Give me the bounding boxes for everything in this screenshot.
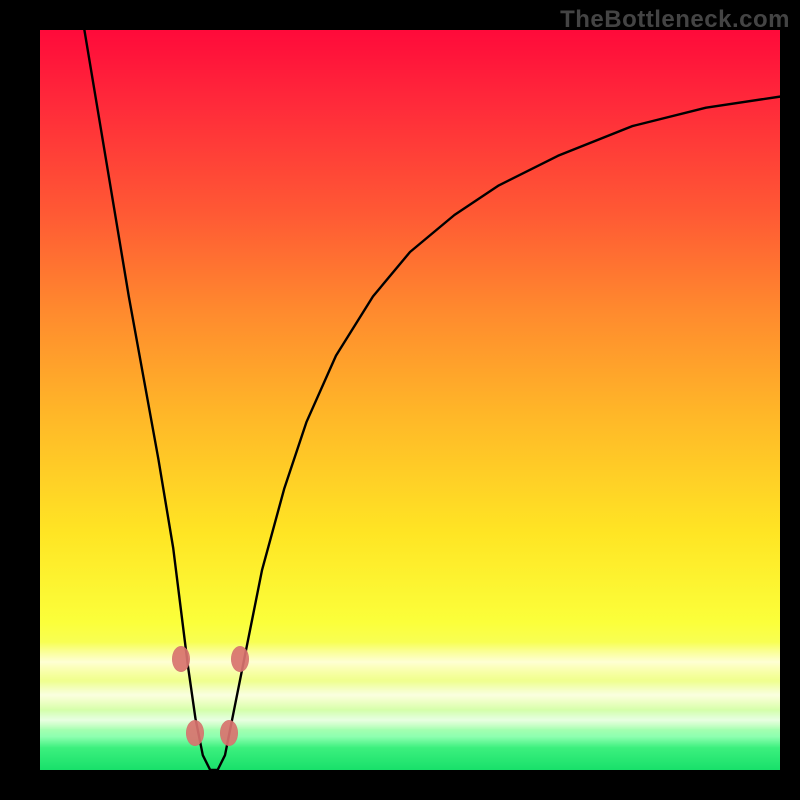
chart-stage: TheBottleneck.com xyxy=(0,0,800,800)
plot-area xyxy=(40,30,780,770)
left-upper-dot xyxy=(172,646,190,672)
right-upper-dot xyxy=(231,646,249,672)
watermark-text: TheBottleneck.com xyxy=(560,6,790,34)
left-lower-dot xyxy=(186,720,204,746)
right-lower-dot xyxy=(220,720,238,746)
curve-svg xyxy=(40,30,780,770)
